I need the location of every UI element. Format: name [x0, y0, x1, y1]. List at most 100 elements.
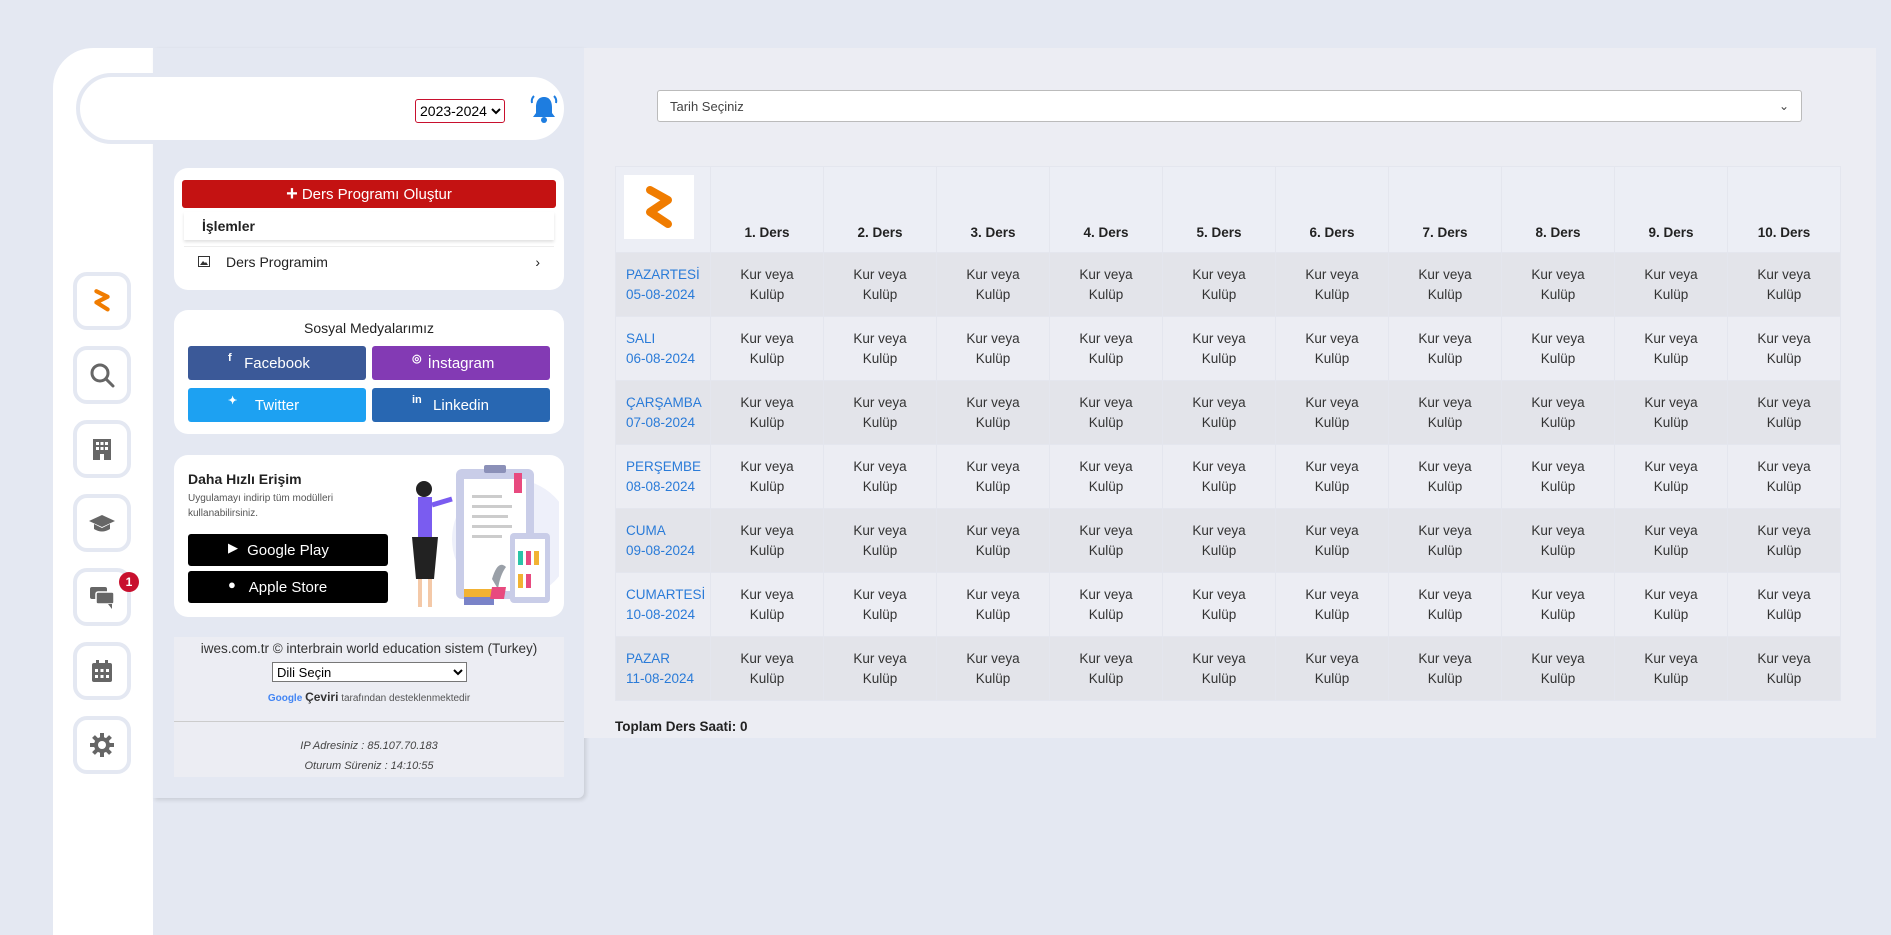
day-cell[interactable]: SALI 06-08-2024	[615, 316, 711, 381]
lesson-cell[interactable]: Kur veya Kulüp	[823, 252, 937, 317]
bell-icon[interactable]	[528, 93, 560, 125]
lesson-cell[interactable]: Kur veya Kulüp	[1614, 380, 1728, 445]
lesson-cell[interactable]: Kur veya Kulüp	[1275, 572, 1389, 637]
search-button[interactable]	[73, 346, 131, 404]
menu-item-ders-programim[interactable]: Ders Programim ›	[184, 246, 554, 276]
lesson-cell[interactable]: Kur veya Kulüp	[1727, 444, 1841, 509]
education-button[interactable]	[73, 494, 131, 552]
lesson-cell[interactable]: Kur veya Kulüp	[1049, 252, 1163, 317]
lesson-cell[interactable]: Kur veya Kulüp	[1049, 572, 1163, 637]
day-cell[interactable]: CUMARTESİ 10-08-2024	[615, 572, 711, 637]
translate-link[interactable]: Çeviri	[305, 690, 338, 704]
lesson-cell[interactable]: Kur veya Kulüp	[936, 444, 1050, 509]
lesson-cell[interactable]: Kur veya Kulüp	[1501, 380, 1615, 445]
lesson-cell[interactable]: Kur veya Kulüp	[1162, 444, 1276, 509]
lesson-cell[interactable]: Kur veya Kulüp	[1162, 380, 1276, 445]
lesson-cell[interactable]: Kur veya Kulüp	[710, 252, 824, 317]
lesson-cell[interactable]: Kur veya Kulüp	[936, 636, 1050, 701]
lesson-cell[interactable]: Kur veya Kulüp	[710, 636, 824, 701]
lesson-cell[interactable]: Kur veya Kulüp	[710, 380, 824, 445]
day-cell[interactable]: PAZAR 11-08-2024	[615, 636, 711, 701]
lesson-cell[interactable]: Kur veya Kulüp	[1501, 444, 1615, 509]
lesson-cell[interactable]: Kur veya Kulüp	[710, 444, 824, 509]
lesson-cell-line1: Kur veya	[740, 394, 794, 410]
lesson-cell[interactable]: Kur veya Kulüp	[1727, 508, 1841, 573]
lesson-cell[interactable]: Kur veya Kulüp	[823, 380, 937, 445]
facebook-button[interactable]: f Facebook	[188, 346, 366, 380]
lesson-cell[interactable]: Kur veya Kulüp	[710, 316, 824, 381]
lesson-cell[interactable]: Kur veya Kulüp	[1614, 636, 1728, 701]
lesson-cell[interactable]: Kur veya Kulüp	[1049, 636, 1163, 701]
lesson-cell[interactable]: Kur veya Kulüp	[936, 572, 1050, 637]
language-select[interactable]: Dili Seçin	[272, 662, 467, 682]
lesson-cell[interactable]: Kur veya Kulüp	[823, 636, 937, 701]
lesson-cell-line2: Kulüp	[1540, 414, 1576, 430]
lesson-cell[interactable]: Kur veya Kulüp	[1727, 572, 1841, 637]
date-select[interactable]: Tarih Seçiniz ⌄	[657, 90, 1802, 122]
lesson-cell[interactable]: Kur veya Kulüp	[1727, 636, 1841, 701]
lesson-cell[interactable]: Kur veya Kulüp	[823, 316, 937, 381]
lesson-cell[interactable]: Kur veya Kulüp	[1162, 316, 1276, 381]
calendar-button[interactable]	[73, 642, 131, 700]
lesson-cell[interactable]: Kur veya Kulüp	[1614, 316, 1728, 381]
lesson-cell[interactable]: Kur veya Kulüp	[936, 380, 1050, 445]
school-button[interactable]	[73, 420, 131, 478]
lesson-cell[interactable]: Kur veya Kulüp	[1275, 444, 1389, 509]
lesson-cell[interactable]: Kur veya Kulüp	[936, 316, 1050, 381]
lesson-cell[interactable]: Kur veya Kulüp	[1614, 252, 1728, 317]
lesson-cell[interactable]: Kur veya Kulüp	[1388, 252, 1502, 317]
lesson-cell[interactable]: Kur veya Kulüp	[1275, 636, 1389, 701]
apple-store-button[interactable]: ● Apple Store	[188, 571, 388, 603]
lesson-cell[interactable]: Kur veya Kulüp	[823, 508, 937, 573]
lesson-cell[interactable]: Kur veya Kulüp	[1162, 508, 1276, 573]
lesson-cell[interactable]: Kur veya Kulüp	[1614, 508, 1728, 573]
lesson-cell[interactable]: Kur veya Kulüp	[1501, 636, 1615, 701]
day-cell[interactable]: PERŞEMBE 08-08-2024	[615, 444, 711, 509]
google-play-button[interactable]: ▶ Google Play	[188, 534, 388, 566]
home-logo-button[interactable]	[73, 272, 131, 330]
lesson-cell[interactable]: Kur veya Kulüp	[1388, 636, 1502, 701]
linkedin-button[interactable]: in Linkedin	[372, 388, 550, 422]
lesson-cell[interactable]: Kur veya Kulüp	[936, 252, 1050, 317]
lesson-cell[interactable]: Kur veya Kulüp	[823, 444, 937, 509]
lesson-cell[interactable]: Kur veya Kulüp	[1162, 572, 1276, 637]
lesson-cell[interactable]: Kur veya Kulüp	[1162, 252, 1276, 317]
day-cell[interactable]: CUMA 09-08-2024	[615, 508, 711, 573]
lesson-cell[interactable]: Kur veya Kulüp	[1275, 380, 1389, 445]
lesson-cell[interactable]: Kur veya Kulüp	[1501, 572, 1615, 637]
create-program-button[interactable]: + Ders Programı Oluştur	[182, 180, 556, 208]
lesson-cell[interactable]: Kur veya Kulüp	[1275, 252, 1389, 317]
year-select[interactable]: 2023-2024	[415, 99, 505, 123]
lesson-cell[interactable]: Kur veya Kulüp	[1501, 252, 1615, 317]
lesson-cell[interactable]: Kur veya Kulüp	[710, 508, 824, 573]
lesson-cell[interactable]: Kur veya Kulüp	[1388, 508, 1502, 573]
lesson-cell[interactable]: Kur veya Kulüp	[1388, 444, 1502, 509]
lesson-cell[interactable]: Kur veya Kulüp	[936, 508, 1050, 573]
lesson-cell[interactable]: Kur veya Kulüp	[1162, 636, 1276, 701]
day-date: 09-08-2024	[626, 542, 696, 558]
lesson-cell[interactable]: Kur veya Kulüp	[1727, 380, 1841, 445]
lesson-cell[interactable]: Kur veya Kulüp	[1388, 316, 1502, 381]
lesson-cell[interactable]: Kur veya Kulüp	[1501, 316, 1615, 381]
instagram-button[interactable]: ◎ İnstagram	[372, 346, 550, 380]
lesson-cell[interactable]: Kur veya Kulüp	[1388, 380, 1502, 445]
day-cell[interactable]: ÇARŞAMBA 07-08-2024	[615, 380, 711, 445]
lesson-cell[interactable]: Kur veya Kulüp	[1049, 380, 1163, 445]
lesson-cell[interactable]: Kur veya Kulüp	[1049, 316, 1163, 381]
lesson-cell[interactable]: Kur veya Kulüp	[1275, 508, 1389, 573]
lesson-cell[interactable]: Kur veya Kulüp	[1727, 316, 1841, 381]
lesson-cell[interactable]: Kur veya Kulüp	[1388, 572, 1502, 637]
messages-button[interactable]: 1	[73, 568, 139, 626]
lesson-cell[interactable]: Kur veya Kulüp	[1614, 444, 1728, 509]
settings-button[interactable]	[73, 716, 131, 774]
lesson-cell[interactable]: Kur veya Kulüp	[1275, 316, 1389, 381]
lesson-cell[interactable]: Kur veya Kulüp	[710, 572, 824, 637]
lesson-cell[interactable]: Kur veya Kulüp	[1049, 444, 1163, 509]
twitter-button[interactable]: ✦ Twitter	[188, 388, 366, 422]
lesson-cell[interactable]: Kur veya Kulüp	[1501, 508, 1615, 573]
lesson-cell[interactable]: Kur veya Kulüp	[823, 572, 937, 637]
lesson-cell[interactable]: Kur veya Kulüp	[1049, 508, 1163, 573]
lesson-cell[interactable]: Kur veya Kulüp	[1614, 572, 1728, 637]
lesson-cell[interactable]: Kur veya Kulüp	[1727, 252, 1841, 317]
day-cell[interactable]: PAZARTESİ 05-08-2024	[615, 252, 711, 317]
